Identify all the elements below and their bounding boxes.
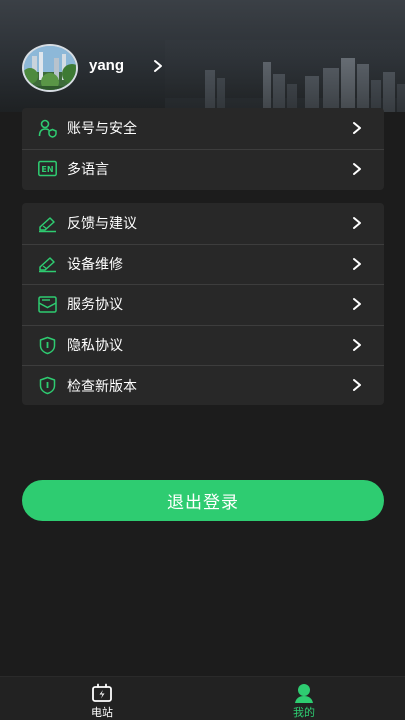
menu-item-label: 多语言 xyxy=(67,161,109,178)
avatar[interactable] xyxy=(22,44,78,92)
privacy-shield-icon xyxy=(38,336,57,355)
menu-item-feedback[interactable]: 反馈与建议 xyxy=(22,203,384,244)
repair-icon xyxy=(38,254,57,273)
power-station-icon xyxy=(92,683,112,702)
menu-item-label: 隐私协议 xyxy=(67,338,123,355)
chevron-right-icon[interactable] xyxy=(152,59,164,73)
profile-header: yang xyxy=(0,0,405,112)
chevron-right-icon xyxy=(353,257,361,270)
menu-item-privacy-agreement[interactable]: 隐私协议 xyxy=(22,324,384,366)
language-en-icon: EN xyxy=(38,159,57,178)
menu-item-device-repair[interactable]: 设备维修 xyxy=(22,243,384,285)
tab-label: 我的 xyxy=(293,706,315,719)
tab-mine[interactable]: 我的 xyxy=(264,677,344,720)
bottom-tab-bar: 电站 我的 xyxy=(0,676,405,720)
chevron-right-icon xyxy=(353,298,361,311)
city-skyline-image xyxy=(165,40,405,112)
menu-item-label: 反馈与建议 xyxy=(67,216,137,233)
menu-item-label: 账号与安全 xyxy=(67,121,137,138)
tab-label: 电站 xyxy=(91,706,113,719)
version-shield-icon xyxy=(38,376,57,395)
chevron-right-icon xyxy=(353,379,361,392)
menu-item-check-version[interactable]: 检查新版本 xyxy=(22,365,384,406)
chevron-right-icon xyxy=(353,122,361,134)
menu-item-language[interactable]: EN 多语言 xyxy=(22,148,384,190)
menu-item-label: 设备维修 xyxy=(67,256,123,273)
logout-button[interactable]: 退出登录 xyxy=(22,480,384,521)
user-shield-icon xyxy=(38,119,57,138)
chevron-right-icon xyxy=(353,217,361,229)
user-profile-icon xyxy=(295,684,313,703)
feedback-icon xyxy=(38,214,57,233)
chevron-right-icon xyxy=(353,162,361,175)
tab-station[interactable]: 电站 xyxy=(62,677,142,720)
general-settings-card: 反馈与建议 设备维修 服务协议 隐私协议 检查新版本 xyxy=(22,203,384,405)
account-settings-card: 账号与安全 EN 多语言 xyxy=(22,108,384,190)
avatar-image xyxy=(24,46,76,90)
menu-item-service-agreement[interactable]: 服务协议 xyxy=(22,284,384,325)
svg-text:EN: EN xyxy=(41,165,53,174)
agreement-icon xyxy=(38,295,57,314)
menu-item-label: 检查新版本 xyxy=(67,378,137,395)
chevron-right-icon xyxy=(353,338,361,351)
menu-item-account-security[interactable]: 账号与安全 xyxy=(22,108,384,149)
menu-item-label: 服务协议 xyxy=(67,297,123,314)
username[interactable]: yang xyxy=(89,57,124,74)
